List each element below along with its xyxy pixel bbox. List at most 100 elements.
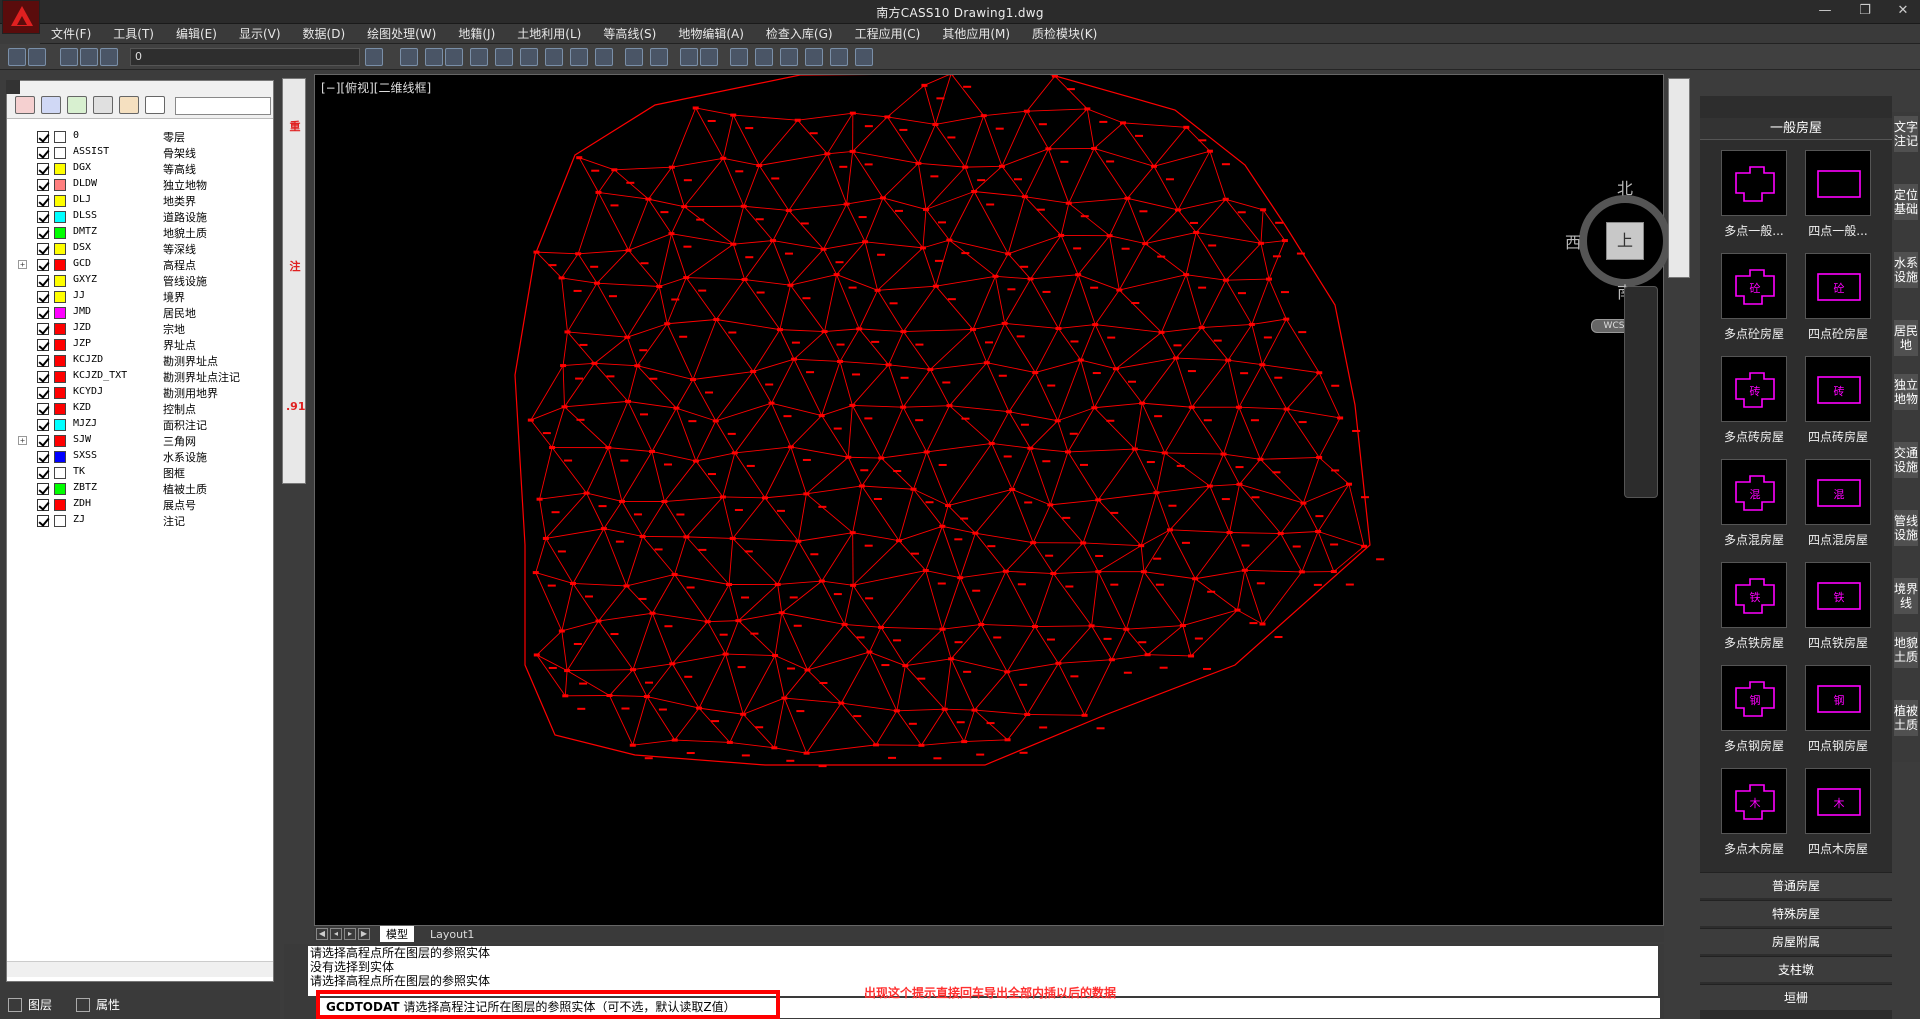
layer-visible-checkbox[interactable] <box>37 323 49 335</box>
expand-icon[interactable] <box>18 228 27 237</box>
expand-icon[interactable] <box>18 196 27 205</box>
layer-color-swatch[interactable] <box>54 451 66 463</box>
layer-color-swatch[interactable] <box>54 291 66 303</box>
expand-icon[interactable] <box>18 340 27 349</box>
expand-icon[interactable] <box>18 180 27 189</box>
symbol-category-tab[interactable]: 定位基础 <box>1894 184 1918 220</box>
layer-visible-checkbox[interactable] <box>37 499 49 511</box>
layer-visible-checkbox[interactable] <box>37 147 49 159</box>
minimize-button[interactable]: — <box>1810 2 1840 20</box>
expand-icon[interactable]: + <box>18 436 27 445</box>
menu-item[interactable]: 质检模块(K) <box>1021 25 1108 42</box>
layer-row[interactable]: ZJ 注记 <box>15 513 275 529</box>
expand-icon[interactable] <box>18 468 27 477</box>
expand-icon[interactable] <box>18 148 27 157</box>
expand-icon[interactable] <box>18 452 27 461</box>
symbol-category-tab[interactable]: 植被土质 <box>1894 700 1918 736</box>
menu-item[interactable]: 数据(D) <box>292 25 357 42</box>
panel-grip[interactable] <box>6 80 20 94</box>
expand-icon[interactable] <box>18 276 27 285</box>
toolbar-tool-icon[interactable] <box>755 48 773 66</box>
viewcube[interactable]: 上 北 南 东 西 <box>1565 175 1685 302</box>
symbol-category-tab[interactable]: 境界线 <box>1894 578 1918 614</box>
menu-item[interactable]: 编辑(E) <box>165 25 228 42</box>
symbol-category[interactable]: 普通房屋 <box>1700 872 1892 898</box>
layer-row[interactable]: DLDW 独立地物 <box>15 177 275 193</box>
layer-color-swatch[interactable] <box>54 179 66 191</box>
first-tab-icon[interactable]: ◀ <box>316 928 328 940</box>
toolbar-tool-icon[interactable] <box>855 48 873 66</box>
toolbar-tool-icon[interactable] <box>805 48 823 66</box>
layer-delete-icon[interactable] <box>119 96 139 114</box>
layer-color-swatch[interactable] <box>54 355 66 367</box>
toolbar-tool-icon[interactable] <box>8 48 26 66</box>
navigation-bar[interactable] <box>1624 286 1658 498</box>
layer-row[interactable]: DLJ 地类界 <box>15 193 275 209</box>
layer-visible-checkbox[interactable] <box>37 435 49 447</box>
expand-icon[interactable] <box>18 500 27 509</box>
menu-item[interactable]: 其他应用(M) <box>931 25 1021 42</box>
expand-icon[interactable]: + <box>18 260 27 269</box>
symbol-category-tab[interactable]: 地貌土质 <box>1894 632 1918 668</box>
redraw-icon[interactable]: 重 <box>286 119 304 135</box>
expand-icon[interactable] <box>18 244 27 253</box>
layer-visible-checkbox[interactable] <box>37 259 49 271</box>
layer-filter-icon[interactable] <box>67 96 87 114</box>
layer-visible-checkbox[interactable] <box>37 387 49 399</box>
symbol-category-tab[interactable]: 居民地 <box>1894 320 1918 356</box>
layer-row[interactable]: JZD 宗地 <box>15 321 275 337</box>
toolbar-tool-icon[interactable] <box>595 48 613 66</box>
layer-visible-checkbox[interactable] <box>37 371 49 383</box>
menu-item[interactable]: 地物编辑(A) <box>667 25 755 42</box>
menu-item[interactable]: 等高线(S) <box>592 25 667 42</box>
house-symbol-tile[interactable]: 木 <box>1721 768 1787 834</box>
menu-item[interactable]: 工程应用(C) <box>844 25 932 42</box>
set-current-icon[interactable] <box>145 96 165 114</box>
layer-color-swatch[interactable] <box>54 515 66 527</box>
layer-visible-checkbox[interactable] <box>37 163 49 175</box>
toolbar-tool-icon[interactable] <box>445 48 463 66</box>
layer-row[interactable]: JMD 居民地 <box>15 305 275 321</box>
symbol-category-tab[interactable]: 文字注记 <box>1894 116 1918 152</box>
toolbar-tool-icon[interactable] <box>570 48 588 66</box>
annotate-icon[interactable]: 注 <box>286 259 304 275</box>
tab-model[interactable]: 模型 <box>380 926 414 942</box>
layer-visible-checkbox[interactable] <box>37 291 49 303</box>
symbol-category[interactable]: 房屋附属 <box>1700 928 1892 954</box>
layer-row[interactable]: DLSS 道路设施 <box>15 209 275 225</box>
house-symbol-tile[interactable]: 混 <box>1721 459 1787 525</box>
layer-color-swatch[interactable] <box>54 195 66 207</box>
elevation-point-icon[interactable]: .91 <box>286 399 306 415</box>
toolbar-tool-icon[interactable] <box>425 48 443 66</box>
house-symbol-tile[interactable]: 砖 <box>1721 356 1787 422</box>
toolbar-tool-icon[interactable] <box>100 48 118 66</box>
layer-row[interactable]: MJZJ 面积注记 <box>15 417 275 433</box>
menu-item[interactable]: 显示(V) <box>228 25 292 42</box>
layer-color-swatch[interactable] <box>54 387 66 399</box>
toolbar-tool-icon[interactable] <box>650 48 668 66</box>
toolbar-tool-icon[interactable] <box>830 48 848 66</box>
layer-hscrollbar[interactable] <box>7 961 273 977</box>
layer-visible-checkbox[interactable] <box>37 243 49 255</box>
prev-tab-icon[interactable]: ◂ <box>330 928 342 940</box>
house-symbol-tile[interactable]: 混 <box>1805 459 1871 525</box>
toolbar-tool-icon[interactable] <box>365 48 383 66</box>
symbol-category[interactable]: 特殊房屋 <box>1700 900 1892 926</box>
layer-color-swatch[interactable] <box>54 163 66 175</box>
toolbar-tool-icon[interactable] <box>28 48 46 66</box>
menu-item[interactable]: 检查入库(G) <box>755 25 844 42</box>
layer-visible-checkbox[interactable] <box>37 211 49 223</box>
toolbar-tool-icon[interactable] <box>780 48 798 66</box>
layer-row[interactable]: + SJW 三角网 <box>15 433 275 449</box>
house-symbol-tile[interactable]: 钢 <box>1721 665 1787 731</box>
layer-row[interactable]: DMTZ 地貌土质 <box>15 225 275 241</box>
layer-copy-icon[interactable] <box>93 96 113 114</box>
layer-visible-checkbox[interactable] <box>37 307 49 319</box>
layer-row[interactable]: GXYZ 管线设施 <box>15 273 275 289</box>
layer-color-swatch[interactable] <box>54 483 66 495</box>
expand-icon[interactable] <box>18 516 27 525</box>
close-button[interactable]: ✕ <box>1888 2 1918 20</box>
layer-color-swatch[interactable] <box>54 275 66 287</box>
expand-icon[interactable] <box>18 292 27 301</box>
layer-row[interactable]: JJ 境界 <box>15 289 275 305</box>
